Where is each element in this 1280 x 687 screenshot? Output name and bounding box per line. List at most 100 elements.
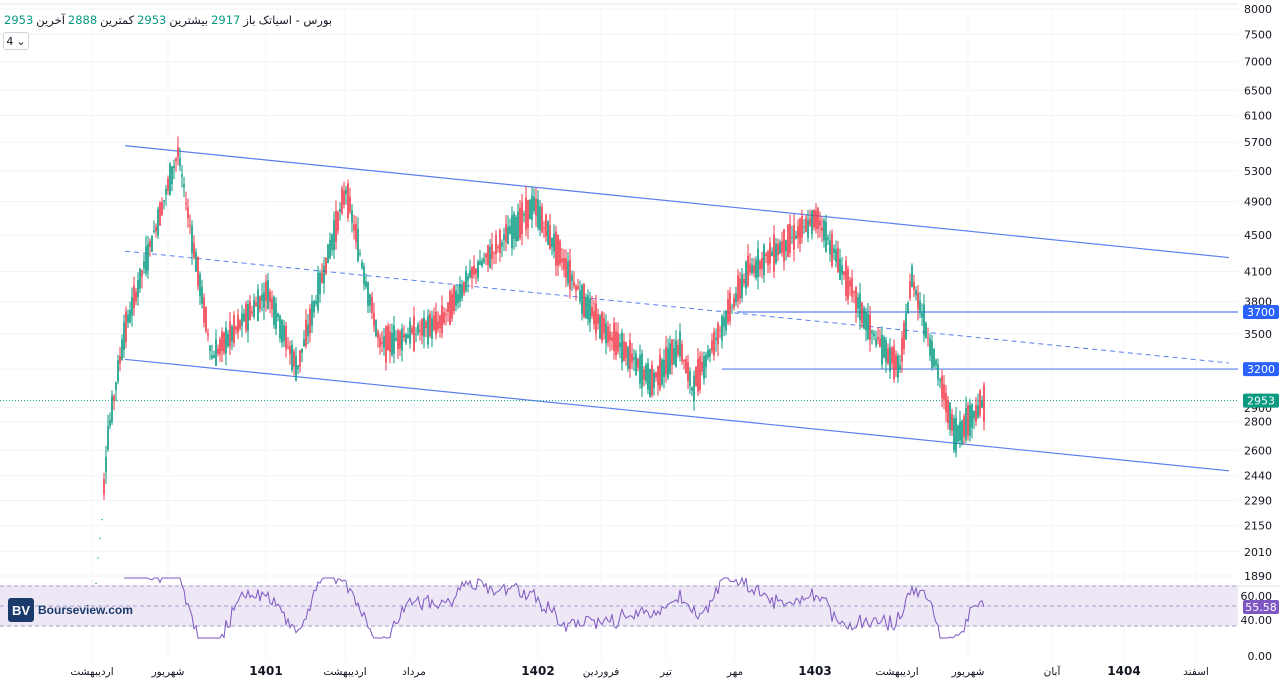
candle-body xyxy=(877,336,879,340)
candle-body xyxy=(555,231,557,266)
candle-body xyxy=(363,266,365,285)
candle-body xyxy=(333,219,335,251)
candle-body xyxy=(335,210,337,242)
candle-body xyxy=(901,338,903,362)
candle-body xyxy=(275,303,277,329)
candle-body xyxy=(111,395,113,423)
candle-body xyxy=(935,360,937,366)
candle-body xyxy=(561,258,563,263)
candle-body xyxy=(679,331,681,357)
candle-body xyxy=(725,311,727,331)
candle-body xyxy=(279,315,281,339)
candle-body xyxy=(131,297,133,316)
candle-body xyxy=(245,303,247,331)
candle-body xyxy=(465,270,467,291)
candle-body xyxy=(765,253,767,257)
candle-body xyxy=(471,266,473,279)
candle-body xyxy=(629,340,631,370)
candle-body xyxy=(969,405,971,437)
candle-body xyxy=(843,271,845,276)
candle-body xyxy=(729,292,731,322)
candle-body xyxy=(429,313,431,337)
candle-body xyxy=(671,339,673,365)
candle-body xyxy=(863,308,865,329)
candle-body xyxy=(869,314,871,340)
candle-body xyxy=(143,261,145,269)
candle-body xyxy=(715,337,717,340)
candle-body xyxy=(677,344,679,355)
candle-body xyxy=(959,421,961,441)
candle-body xyxy=(737,275,739,302)
candle-body xyxy=(311,301,313,327)
candle-body xyxy=(215,339,217,366)
candle-body xyxy=(515,216,517,242)
candle-body xyxy=(523,213,525,216)
candle-body xyxy=(595,303,597,334)
candle-body xyxy=(545,214,547,237)
candle-body xyxy=(891,347,893,364)
candle-body xyxy=(167,178,169,191)
channel-lower-line xyxy=(124,358,1230,472)
candle-body xyxy=(477,261,479,278)
candle-body xyxy=(547,221,549,245)
time-tick-label: 1402 xyxy=(521,664,554,678)
candle-body xyxy=(297,365,299,370)
candle-body xyxy=(355,223,357,243)
candle-body xyxy=(763,244,765,276)
collapse-button[interactable]: 4 ⌄ xyxy=(3,32,29,50)
candle-body xyxy=(851,278,853,297)
candle-body xyxy=(295,355,297,381)
candle-body xyxy=(119,355,121,364)
time-tick-label: اردیبهشت xyxy=(70,666,113,678)
candle-body xyxy=(565,258,567,278)
candle-body xyxy=(205,307,207,332)
price-tick-label: 2150 xyxy=(1244,519,1272,532)
candle-body xyxy=(557,234,559,266)
candle-body xyxy=(625,342,627,359)
time-tick-label: آبان xyxy=(1044,665,1062,678)
candle-body xyxy=(811,210,813,234)
candle-body xyxy=(723,317,725,327)
candle-body xyxy=(881,334,883,365)
bourseview-logo-icon: BV xyxy=(8,598,34,622)
candle-body xyxy=(837,247,839,272)
candle-body xyxy=(129,310,131,323)
candle-body xyxy=(293,351,295,367)
candle-body xyxy=(253,300,255,317)
candle-body xyxy=(109,420,111,426)
price-tick-label: 3500 xyxy=(1244,328,1272,341)
price-tick-label: 4900 xyxy=(1244,196,1272,209)
candle-body xyxy=(537,199,539,229)
candle-body xyxy=(661,359,663,385)
candle-body xyxy=(317,273,319,311)
candle-body xyxy=(505,224,507,243)
candle-body xyxy=(553,233,555,252)
open-value: 2917 xyxy=(211,13,241,27)
indicator-count: 4 xyxy=(6,34,14,48)
candle-body xyxy=(423,317,425,337)
candle-body xyxy=(693,375,695,402)
candle-body xyxy=(103,479,105,495)
candle-body xyxy=(391,332,393,356)
channel-mid-line xyxy=(124,250,1230,364)
candle-body xyxy=(543,227,545,229)
time-tick-label: اسفند xyxy=(1183,666,1209,678)
candle-body xyxy=(617,332,619,352)
candle-body xyxy=(473,265,475,275)
candle-dot xyxy=(99,537,101,540)
candle-body xyxy=(451,294,453,319)
candle-body xyxy=(897,356,899,378)
candle-body xyxy=(211,355,213,359)
candle-body xyxy=(605,323,607,344)
candle-body xyxy=(439,315,441,329)
candle-body xyxy=(685,359,687,374)
candle-body xyxy=(669,343,671,374)
candle-body xyxy=(637,358,639,368)
candle-body xyxy=(939,379,941,381)
candle-body xyxy=(627,347,629,369)
candle-body xyxy=(687,362,689,382)
price-chart[interactable]: 8000 7500 7000 6500 6100 5700 5300 4900 4500 4100… xyxy=(0,0,1280,687)
candle-body xyxy=(201,286,203,304)
candle-body xyxy=(419,329,421,332)
candle-body xyxy=(657,366,659,385)
